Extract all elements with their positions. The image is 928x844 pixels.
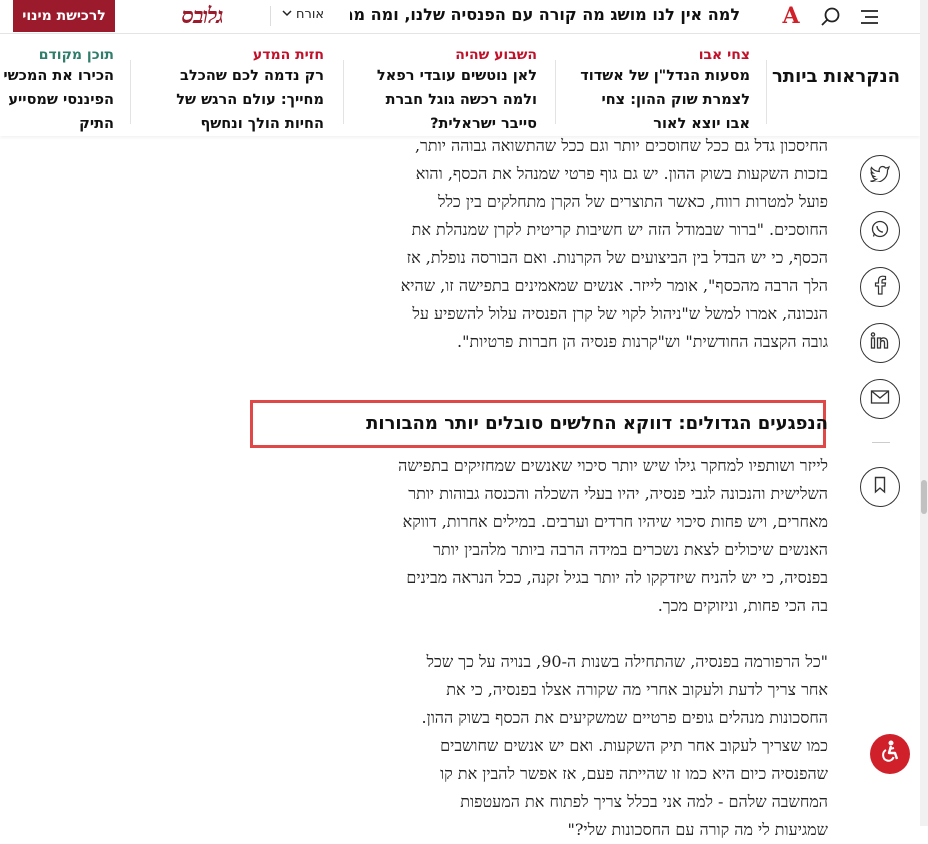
guest-menu[interactable]: אורח [282, 7, 324, 22]
item-title-line: החיות הולך ונחשף [200, 116, 324, 132]
item-title-line: לצמרת שוק ההון: צחי [601, 92, 750, 108]
accessibility-icon [877, 739, 903, 769]
article-paragraph: החיסכון גדל גם ככל שחוסכים יותר וגם ככל … [300, 132, 828, 356]
paragraph-line: כמו שצריך לעקוב אחר תיק השקעות. ואם יש א… [440, 736, 828, 755]
item-title-line: ולמה רכשה גוגל חברת [385, 92, 537, 108]
chevron-down-icon [282, 7, 292, 22]
article-paragraph: לייזר ושותפיו למחקר גילו שיש יותר סיכוי … [300, 452, 828, 620]
paragraph-line: שמגיעות לי מה קורה עם החסכונות שלי?" [567, 820, 828, 839]
paragraph-line: הנכונה, אמרו למשל ש"ניהול לקוי של קרן הפ… [412, 304, 828, 323]
paragraph-line: הכסף, כי יש הבדל בין הביצועים של הקרנות.… [406, 248, 828, 267]
paragraph-line: המחשבה שלהם - למה אני בכלל צריך לפתוח את… [460, 792, 828, 811]
item-author: צחי אבו [698, 47, 750, 63]
item-title-line: מחייך: עולם הרגש של [176, 92, 324, 108]
share-linkedin-button[interactable] [860, 323, 900, 363]
paragraph-line: שהפנסיה כיום היא כמו זו שהייתה פעם, אז א… [440, 764, 828, 783]
paragraph-line: האנשים שיכולים לצאת נשכרים במידה הרבה בי… [433, 540, 828, 559]
paragraph-line: החסכונות מנהלים גופים פרטיים שמשקיעים את… [421, 708, 828, 727]
guest-label: אורח [296, 7, 325, 22]
paragraph-line: הלך הרבה מהכסף", אומר לייזר. אנשים שמאמי… [400, 276, 828, 295]
article-subheading: הנפגעים הגדולים: דווקא החלשים סובלים יות… [366, 413, 828, 434]
paragraph-line: פועל למטרות רווח, כאשר התוצרים של הקרן מ… [437, 192, 828, 211]
share-facebook-button[interactable] [860, 267, 900, 307]
item-title-line: לאן נוטשים עובדי רפאל [376, 68, 537, 84]
divider [343, 60, 344, 124]
facebook-icon [873, 275, 887, 299]
most-read-strip: הנקראות ביותר צחי אבו מסעות הנדל"ן של אש… [0, 38, 920, 136]
item-title-line: הכירו את המכשי [3, 68, 114, 84]
paragraph-line: לייזר ושותפיו למחקר גילו שיש יותר סיכוי … [398, 456, 828, 475]
paragraph-line: השלישית והנכונה לגבי פנסיה, יהיו בעלי הש… [408, 484, 828, 503]
scrollbar-track[interactable] [920, 0, 928, 826]
item-title-line: רק נדמה לכם שהכלב [180, 68, 324, 84]
share-email-button[interactable] [860, 379, 900, 419]
search-icon[interactable] [820, 6, 842, 32]
most-read-item[interactable]: צחי אבו מסעות הנדל"ן של אשדוד לצמרת שוק … [560, 46, 750, 136]
item-author: חזית המדע [252, 47, 324, 63]
item-title-line: התיק [79, 116, 114, 132]
bookmark-button[interactable] [860, 467, 900, 507]
item-author: תוכן מקודם [38, 47, 114, 63]
share-whatsapp-button[interactable] [860, 211, 900, 251]
share-twitter-button[interactable] [860, 155, 900, 195]
subscribe-button[interactable]: לרכישת מינוי [13, 0, 115, 32]
paragraph-line: "כל הרפורמה בפנסיה, שהתחילה בשנות ה-90, … [426, 652, 828, 671]
accessibility-button[interactable] [870, 734, 910, 774]
most-read-title: הנקראות ביותר [771, 66, 900, 87]
promoted-item[interactable]: תוכן מקודם הכירו את המכשי הפיננסי שמסייע… [0, 46, 114, 136]
divider [766, 60, 767, 124]
share-divider [872, 442, 890, 443]
menu-icon[interactable] [858, 7, 880, 31]
header-divider [270, 6, 271, 26]
paragraph-line: מאחרים, ויש פחות סיכוי שיהיו חרדים וערבי… [402, 512, 828, 531]
article-paragraph: "כל הרפורמה בפנסיה, שהתחילה בשנות ה-90, … [300, 648, 828, 844]
paragraph-line: בפנסיה, כי יש להניח שיזדקקו לה יותר בגיל… [406, 568, 828, 587]
most-read-item[interactable]: השבוע שהיה לאן נוטשים עובדי רפאל ולמה רכ… [347, 46, 537, 136]
whatsapp-icon [870, 219, 890, 243]
mail-icon [870, 389, 890, 409]
paragraph-line: גובה הקצבה החודשית" וש"קרנות פנסיה הן חב… [457, 332, 828, 351]
brand-mark-icon[interactable]: A [778, 3, 804, 29]
top-header: לרכישת מינוי גלובס אורח למה אין לנו מושג… [0, 0, 920, 34]
divider [555, 60, 556, 124]
item-author: השבוע שהיה [455, 47, 537, 63]
twitter-icon [870, 164, 890, 186]
item-title-line: מסעות הנדל"ן של אשדוד [580, 68, 750, 84]
bookmark-icon [873, 476, 887, 498]
paragraph-line: בה הכי פחות, וניזוקים מכך. [657, 596, 828, 615]
paragraph-line: החיסכון גדל גם ככל שחוסכים יותר וגם ככל … [414, 136, 828, 155]
scrollbar-thumb[interactable] [921, 480, 927, 514]
most-read-item[interactable]: חזית המדע רק נדמה לכם שהכלב מחייך: עולם … [134, 46, 324, 136]
news-ticker[interactable]: למה אין לנו מושג מה קורה עם הפנסיה שלנו,… [350, 5, 740, 27]
linkedin-icon [870, 332, 890, 354]
paragraph-line: אחר צריך לדעת ולעקוב אחרי מה שקורה אצלו … [446, 680, 828, 699]
paragraph-line: בזכות השקעות בשוק ההון. יש גם גוף פרטי ש… [415, 164, 828, 183]
item-title-line: הפיננסי שמסייע [8, 92, 114, 108]
globes-logo[interactable]: גלובס [141, 2, 263, 30]
divider [130, 60, 131, 124]
paragraph-line: החוסכים. "ברור שבמודל הזה יש חשיבות קריט… [411, 220, 828, 239]
